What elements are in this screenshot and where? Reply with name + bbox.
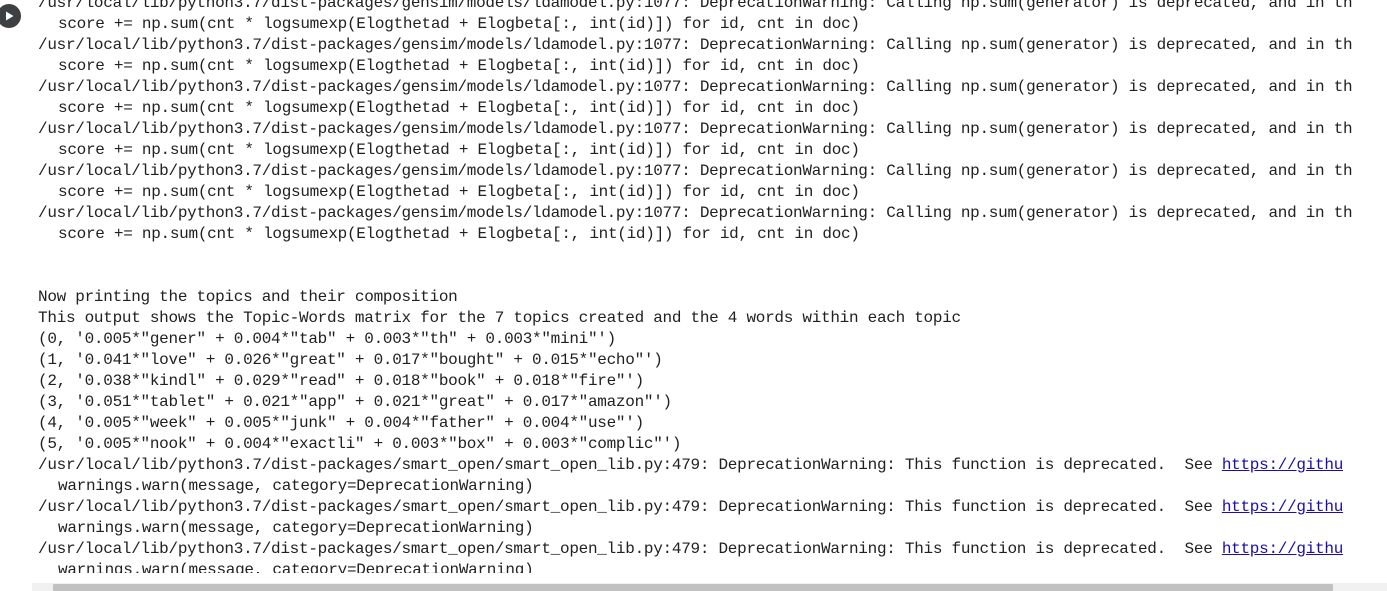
warning-line: /usr/local/lib/python3.7/dist-packages/g…	[38, 120, 1353, 138]
warning-line: /usr/local/lib/python3.7/dist-packages/g…	[38, 204, 1353, 222]
warning-line: /usr/local/lib/python3.7/dist-packages/g…	[38, 78, 1353, 96]
warning-source-line: warnings.warn(message, category=Deprecat…	[58, 477, 534, 495]
output-area: /usr/local/lib/python3.7/dist-packages/g…	[38, 0, 1387, 573]
warning-line: /usr/local/lib/python3.7/dist-packages/s…	[38, 497, 1387, 518]
output-line: /usr/local/lib/python3.7/dist-packages/g…	[38, 0, 1353, 12]
warning-source-line: score += np.sum(cnt * logsumexp(Elogthet…	[58, 225, 860, 243]
warning-text: /usr/local/lib/python3.7/dist-packages/s…	[38, 498, 1222, 516]
warning-line: /usr/local/lib/python3.7/dist-packages/g…	[38, 162, 1353, 180]
warning-line: /usr/local/lib/python3.7/dist-packages/s…	[38, 539, 1387, 560]
horizontal-scrollbar[interactable]	[32, 583, 1387, 591]
topic-line: (0, '0.005*"gener" + 0.004*"tab" + 0.003…	[38, 330, 616, 348]
topics-heading: Now printing the topics and their compos…	[38, 288, 458, 306]
topic-line: (1, '0.041*"love" + 0.026*"great" + 0.01…	[38, 351, 663, 369]
play-icon	[3, 10, 15, 22]
warning-source-line: score += np.sum(cnt * logsumexp(Elogthet…	[58, 183, 860, 201]
topics-description: This output shows the Topic-Words matrix…	[38, 309, 961, 327]
scrollbar-thumb[interactable]	[53, 584, 1333, 591]
warning-line: /usr/local/lib/python3.7/dist-packages/s…	[38, 455, 1387, 476]
github-link[interactable]: https://githu	[1222, 498, 1343, 516]
warning-text: /usr/local/lib/python3.7/dist-packages/s…	[38, 540, 1222, 558]
topic-line: (3, '0.051*"tablet" + 0.021*"app" + 0.02…	[38, 393, 672, 411]
run-cell-button[interactable]	[0, 4, 21, 28]
warning-source-line: score += np.sum(cnt * logsumexp(Elogthet…	[58, 141, 860, 159]
warning-text: /usr/local/lib/python3.7/dist-packages/s…	[38, 456, 1222, 474]
warning-line: /usr/local/lib/python3.7/dist-packages/g…	[38, 36, 1353, 54]
github-link[interactable]: https://githu	[1222, 456, 1343, 474]
warning-source-line: score += np.sum(cnt * logsumexp(Elogthet…	[58, 99, 860, 117]
warning-source-line: warnings.warn(message, category=Deprecat…	[58, 561, 534, 573]
topic-line: (5, '0.005*"nook" + 0.004*"exactli" + 0.…	[38, 435, 682, 453]
notebook-cell-output: /usr/local/lib/python3.7/dist-packages/g…	[0, 0, 1387, 591]
output-line: score += np.sum(cnt * logsumexp(Elogthet…	[58, 15, 860, 33]
warning-source-line: warnings.warn(message, category=Deprecat…	[58, 519, 534, 537]
topic-line: (4, '0.005*"week" + 0.005*"junk" + 0.004…	[38, 414, 644, 432]
github-link[interactable]: https://githu	[1222, 540, 1343, 558]
warning-source-line: score += np.sum(cnt * logsumexp(Elogthet…	[58, 57, 860, 75]
topic-line: (2, '0.038*"kindl" + 0.029*"read" + 0.01…	[38, 372, 644, 390]
